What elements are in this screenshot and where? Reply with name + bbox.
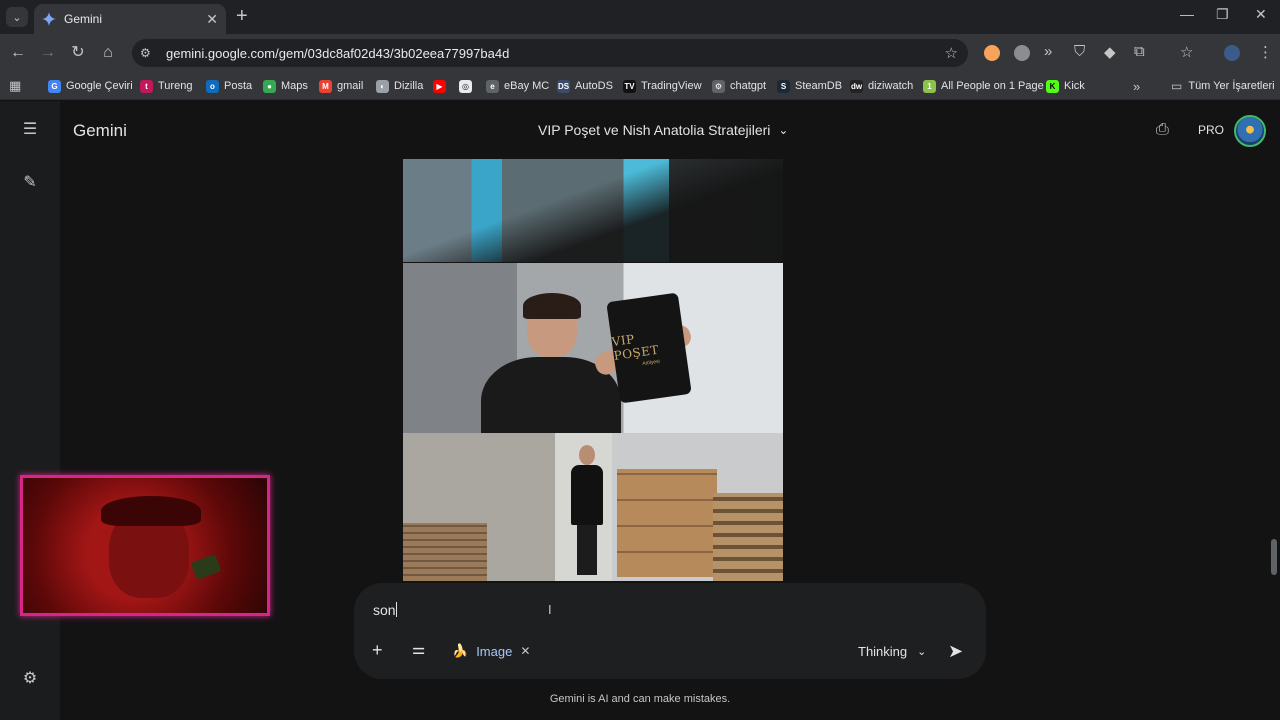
send-icon[interactable]: ➤: [948, 641, 963, 662]
bookmark-kick[interactable]: K Kick: [1046, 77, 1085, 95]
side-rail: ☰ ✎ ⚙: [0, 101, 60, 720]
chatgpt-icon: ⚙: [712, 79, 725, 93]
restore-icon[interactable]: ❐: [1216, 6, 1229, 23]
reading-list-icon[interactable]: ☆: [1180, 43, 1193, 61]
gemini-brand[interactable]: Gemini: [73, 121, 127, 141]
ebay-icon: e: [486, 79, 499, 93]
bookmark-autods[interactable]: DS AutoDS: [557, 77, 613, 95]
bookmark-diziwatch[interactable]: dw diziwatch: [850, 77, 913, 95]
bookmark-all-people[interactable]: 1 All People on 1 Page: [923, 77, 1044, 95]
all-bookmarks-folder[interactable]: ▭ Tüm Yer İşaretleri: [1171, 77, 1275, 95]
chevron-down-icon: ⌄: [917, 646, 927, 658]
tab-search-button[interactable]: ⌄: [6, 7, 28, 27]
target-circle-icon: ◎: [459, 79, 472, 93]
avatar[interactable]: [1234, 115, 1266, 147]
scrollbar-thumb[interactable]: [1271, 539, 1277, 575]
bookmark-google-ceviri[interactable]: G Google Çeviri: [48, 77, 133, 95]
prompt-composer[interactable]: son I + ⚌ 🍌 Image ✕ Thinking ⌄ ➤: [354, 583, 986, 679]
site-info-icon[interactable]: ⚙: [140, 46, 156, 60]
extension-3-icon[interactable]: »: [1044, 43, 1052, 60]
youtube-icon: ▶: [433, 79, 446, 93]
extensions-puzzle-icon[interactable]: ⧉: [1134, 43, 1145, 60]
bookmark-youtube[interactable]: ▶: [433, 77, 451, 95]
back-icon[interactable]: ←: [8, 43, 28, 63]
banana-icon: 🍌: [452, 643, 469, 658]
minimize-icon[interactable]: —: [1180, 6, 1194, 22]
image-chip-label: Image: [476, 643, 513, 659]
prompt-input[interactable]: son: [373, 602, 397, 618]
bookmark-ebay-mc[interactable]: e eBay MC: [486, 77, 549, 95]
tab-strip: ⌄ Gemini ✕ + — ❐ ✕: [0, 0, 1280, 34]
steamdb-icon: S: [777, 79, 790, 93]
remove-chip-icon[interactable]: ✕: [520, 644, 530, 658]
chevron-down-icon: ⌄: [778, 123, 789, 137]
tureng-icon: t: [140, 79, 153, 93]
gemini-favicon-icon: [42, 12, 56, 26]
bookmark-star-icon[interactable]: ☆: [945, 44, 958, 62]
apps-grid-icon[interactable]: ▦: [9, 77, 21, 95]
bookmark-tureng[interactable]: t Tureng: [140, 77, 192, 95]
profile-icon[interactable]: [1224, 45, 1240, 61]
generated-image-warehouse-walk[interactable]: [403, 433, 783, 581]
menu-hamburger-icon[interactable]: ☰: [20, 120, 40, 140]
shield-extension-icon[interactable]: ⛉: [1074, 43, 1085, 60]
browser-toolbar: ← → ↻ ⌂ ⚙ gemini.google.com/gem/03dc8af0…: [0, 34, 1280, 72]
pro-badge: PRO: [1198, 123, 1225, 137]
reload-icon[interactable]: ↻: [68, 43, 88, 63]
google-translate-icon: G: [48, 79, 61, 93]
more-bookmarks-icon[interactable]: »: [1133, 77, 1140, 95]
extension-2-icon[interactable]: [1014, 45, 1030, 61]
autods-icon: DS: [557, 79, 570, 93]
text-caret: [395, 602, 397, 617]
bookmark-circle[interactable]: ◎: [459, 77, 477, 95]
settings-gear-icon[interactable]: ⚙: [20, 669, 40, 689]
conversation-title-text: VIP Poşet ve Nish Anatolia Stratejileri: [538, 122, 771, 138]
url-text: gemini.google.com/gem/03dc8af02d43/3b02e…: [166, 45, 510, 61]
all-people-icon: 1: [923, 79, 936, 93]
gmail-icon: M: [319, 79, 332, 93]
webcam-overlay: [20, 475, 270, 616]
bookmarks-bar: ▦ G Google Çeviri t Tureng o Posta ● Maps Mg…: [0, 72, 1280, 100]
forward-icon[interactable]: →: [38, 43, 58, 63]
chrome-menu-icon[interactable]: ⋮: [1258, 43, 1273, 61]
share-icon[interactable]: ⎙: [1156, 121, 1169, 139]
new-chat-icon[interactable]: ✎: [20, 173, 40, 193]
man-figure: [443, 293, 694, 433]
image-tool-chip[interactable]: 🍌 Image ✕: [452, 643, 530, 659]
disclaimer-text: Gemini is AI and can make mistakes.: [549, 693, 731, 705]
generated-image-man-holding-bag[interactable]: VIP POŞET Atölyesi: [403, 263, 783, 433]
shopping-bag: VIP POŞET Atölyesi: [606, 292, 692, 404]
generated-image-screen-printing[interactable]: [403, 159, 783, 262]
text-cursor-icon: I: [548, 602, 552, 617]
bookmark-chatgpt[interactable]: ⚙ chatgpt: [712, 77, 766, 95]
bookmark-posta[interactable]: o Posta: [206, 77, 252, 95]
close-tab-icon[interactable]: ✕: [206, 11, 218, 28]
home-icon[interactable]: ⌂: [98, 43, 118, 63]
extension-5-icon[interactable]: ◆: [1104, 43, 1116, 61]
kick-icon: K: [1046, 79, 1059, 93]
model-mode-selector[interactable]: Thinking ⌄: [858, 644, 926, 659]
address-bar[interactable]: ⚙ gemini.google.com/gem/03dc8af02d43/3b0…: [132, 39, 968, 67]
new-tab-button[interactable]: +: [236, 6, 248, 26]
close-window-icon[interactable]: ✕: [1255, 6, 1267, 23]
bookmark-dizilla[interactable]: ◐ Dizilla: [376, 77, 423, 95]
bookmark-steamdb[interactable]: S SteamDB: [777, 77, 842, 95]
bookmark-gmail[interactable]: Mgmail: [319, 77, 363, 95]
add-attachment-button[interactable]: +: [372, 641, 383, 659]
tradingview-icon: TV: [623, 79, 636, 93]
bookmark-maps[interactable]: ● Maps: [263, 77, 308, 95]
bookmark-tradingview[interactable]: TV TradingView: [623, 77, 702, 95]
folder-icon: ▭: [1171, 79, 1183, 93]
tab-title: Gemini: [64, 12, 103, 26]
maps-pin-icon: ●: [263, 79, 276, 93]
diziwatch-icon: dw: [850, 79, 863, 93]
tab-gemini[interactable]: Gemini ✕: [34, 4, 226, 34]
conversation-title[interactable]: VIP Poşet ve Nish Anatolia Stratejileri …: [538, 122, 788, 138]
tools-sliders-icon[interactable]: ⚌: [412, 641, 425, 659]
dizilla-icon: ◐: [376, 79, 389, 93]
extension-1-icon[interactable]: [984, 45, 1000, 61]
outlook-icon: o: [206, 79, 219, 93]
